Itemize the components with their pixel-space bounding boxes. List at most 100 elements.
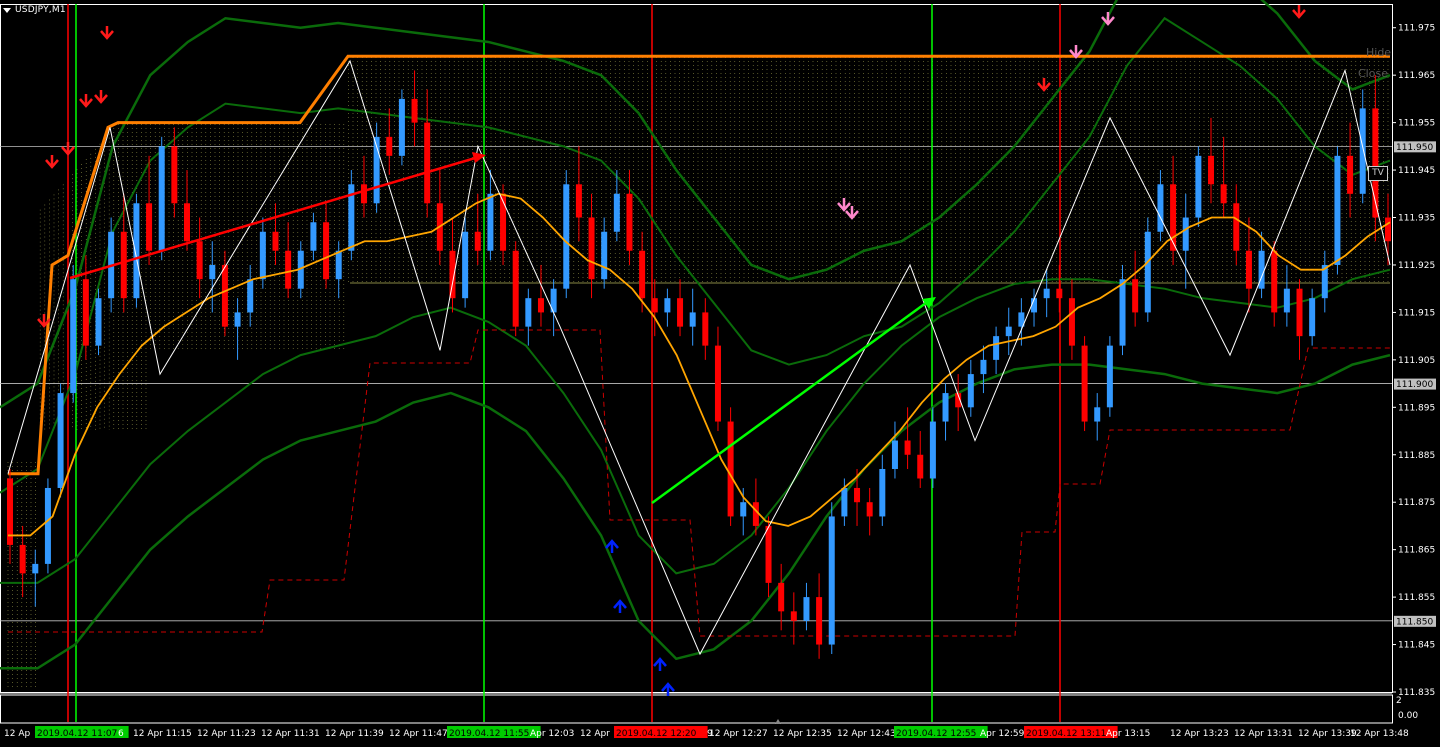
- candle-body: [601, 231, 608, 280]
- candle-body: [247, 279, 254, 313]
- candle-body: [626, 193, 633, 251]
- tv-button[interactable]: TV: [1368, 166, 1388, 181]
- candle-body: [183, 203, 190, 242]
- candle-body: [525, 298, 532, 327]
- candle-body: [1106, 345, 1113, 408]
- candle-body: [1233, 203, 1240, 251]
- subwindow-scale-bottom: 0.00: [1398, 711, 1418, 721]
- subwindow-frame: [0, 694, 1393, 724]
- candle-body: [209, 264, 216, 280]
- symbol-label: USDJPY,M1: [15, 5, 66, 15]
- x-tick-label: Apr 12:03: [530, 729, 574, 739]
- candle-body: [664, 298, 671, 313]
- y-tick-label: 111.895: [1398, 403, 1435, 413]
- x-tick-label: 12 Apr 11:31: [261, 729, 320, 739]
- candle-body: [1220, 184, 1227, 204]
- symbol-title[interactable]: USDJPY,M1: [3, 3, 66, 17]
- signal-down-arrow-icon: [845, 206, 859, 220]
- candle-body: [1170, 184, 1177, 251]
- candle-body: [512, 250, 519, 327]
- candle-body: [929, 421, 936, 479]
- candle-body: [866, 502, 873, 517]
- candle-body: [967, 374, 974, 408]
- x-tick-label: 12 Apr 13:23: [1170, 729, 1229, 739]
- signal-up-arrow-icon: [653, 657, 667, 671]
- signal-down-arrow-icon: [1292, 5, 1306, 19]
- x-tick-label: 12 Apr 13:31: [1234, 729, 1293, 739]
- hide-button[interactable]: Hide: [1366, 46, 1391, 59]
- candle-body: [879, 468, 886, 517]
- candle-body: [133, 203, 140, 299]
- y-tick-label: 111.925: [1398, 261, 1435, 271]
- candle-body: [57, 393, 64, 488]
- candle-body: [462, 231, 469, 299]
- time-marker-label: 2019.04.12 11:07: [37, 729, 117, 739]
- candle-body: [727, 421, 734, 517]
- x-tick-label: 12 Apr 13:48: [1350, 729, 1409, 739]
- candle-body: [424, 122, 431, 204]
- zigzag-line: [7, 59, 1391, 656]
- candle-body: [841, 487, 848, 517]
- y-tick-label: 111.935: [1398, 214, 1435, 224]
- candle-body: [360, 184, 367, 204]
- candle-body: [487, 193, 494, 251]
- candle-body: [95, 298, 102, 346]
- candle-body: [120, 231, 127, 299]
- y-tick-label: 111.945: [1398, 166, 1435, 176]
- candle-body: [702, 312, 709, 346]
- signal-down-arrow-icon: [45, 155, 59, 169]
- candle-body: [70, 279, 77, 394]
- candle-body: [980, 359, 987, 375]
- candle-body: [639, 250, 646, 299]
- candle-body: [234, 312, 241, 327]
- candle-body: [285, 250, 292, 289]
- price-chart[interactable]: 111.950 111.900 111.850 111.975 111.965 111.9…: [0, 0, 1440, 747]
- candle-body: [917, 454, 924, 479]
- candle-body: [778, 582, 785, 612]
- signal-up-arrow-icon: [661, 682, 675, 696]
- candle-body: [171, 146, 178, 204]
- candle-body: [714, 345, 721, 422]
- candle-body: [891, 440, 898, 469]
- x-tick-label: 12 Ap: [4, 729, 30, 739]
- x-tick-label: 12 Apr 12:43: [837, 729, 896, 739]
- signal-down-arrow-icon: [61, 142, 75, 156]
- candle-body: [259, 231, 266, 280]
- candle-body: [44, 487, 51, 564]
- y-tick-label: 111.845: [1398, 641, 1435, 651]
- candle-body: [1068, 298, 1075, 346]
- y-tick-label: 111.865: [1398, 546, 1435, 556]
- subwindow-scale-top: 2: [1396, 696, 1402, 706]
- close-button[interactable]: Close: [1358, 67, 1388, 80]
- candle-body: [1347, 155, 1354, 194]
- chevron-down-icon[interactable]: [3, 7, 11, 13]
- candle-body: [1283, 288, 1290, 313]
- candle-body: [740, 502, 747, 517]
- green-trend-line: [651, 298, 931, 505]
- candle-body: [158, 146, 165, 251]
- candle-body: [828, 516, 835, 645]
- x-tick-label: 12 Apr 11:39: [325, 729, 384, 739]
- candle-body: [398, 98, 405, 156]
- candle-body: [32, 563, 39, 574]
- price-line-label: 111.900: [1396, 380, 1433, 390]
- candle-body: [563, 184, 570, 289]
- x-tick-label: 12 Apr 11:23: [197, 729, 256, 739]
- x-tick-label: 12 Apr 12:27: [709, 729, 768, 739]
- candle-body: [1119, 279, 1126, 346]
- candle-body: [19, 544, 26, 574]
- candle-body: [1208, 155, 1215, 185]
- signal-down-arrow-icon: [100, 26, 114, 40]
- upper-band: [0, 0, 1391, 409]
- signal-down-arrow-icon: [1037, 78, 1051, 92]
- candle-body: [588, 217, 595, 280]
- x-tick-label: 12 Apr 11:15: [133, 729, 192, 739]
- y-tick-label: 111.885: [1398, 451, 1435, 461]
- candle-body: [1144, 231, 1151, 313]
- candle-body: [1334, 155, 1341, 265]
- lower-band: [0, 353, 1391, 670]
- candle-body: [1309, 298, 1316, 337]
- candle-body: [1182, 217, 1189, 251]
- candle-body: [1094, 407, 1101, 422]
- candle-body: [82, 279, 89, 346]
